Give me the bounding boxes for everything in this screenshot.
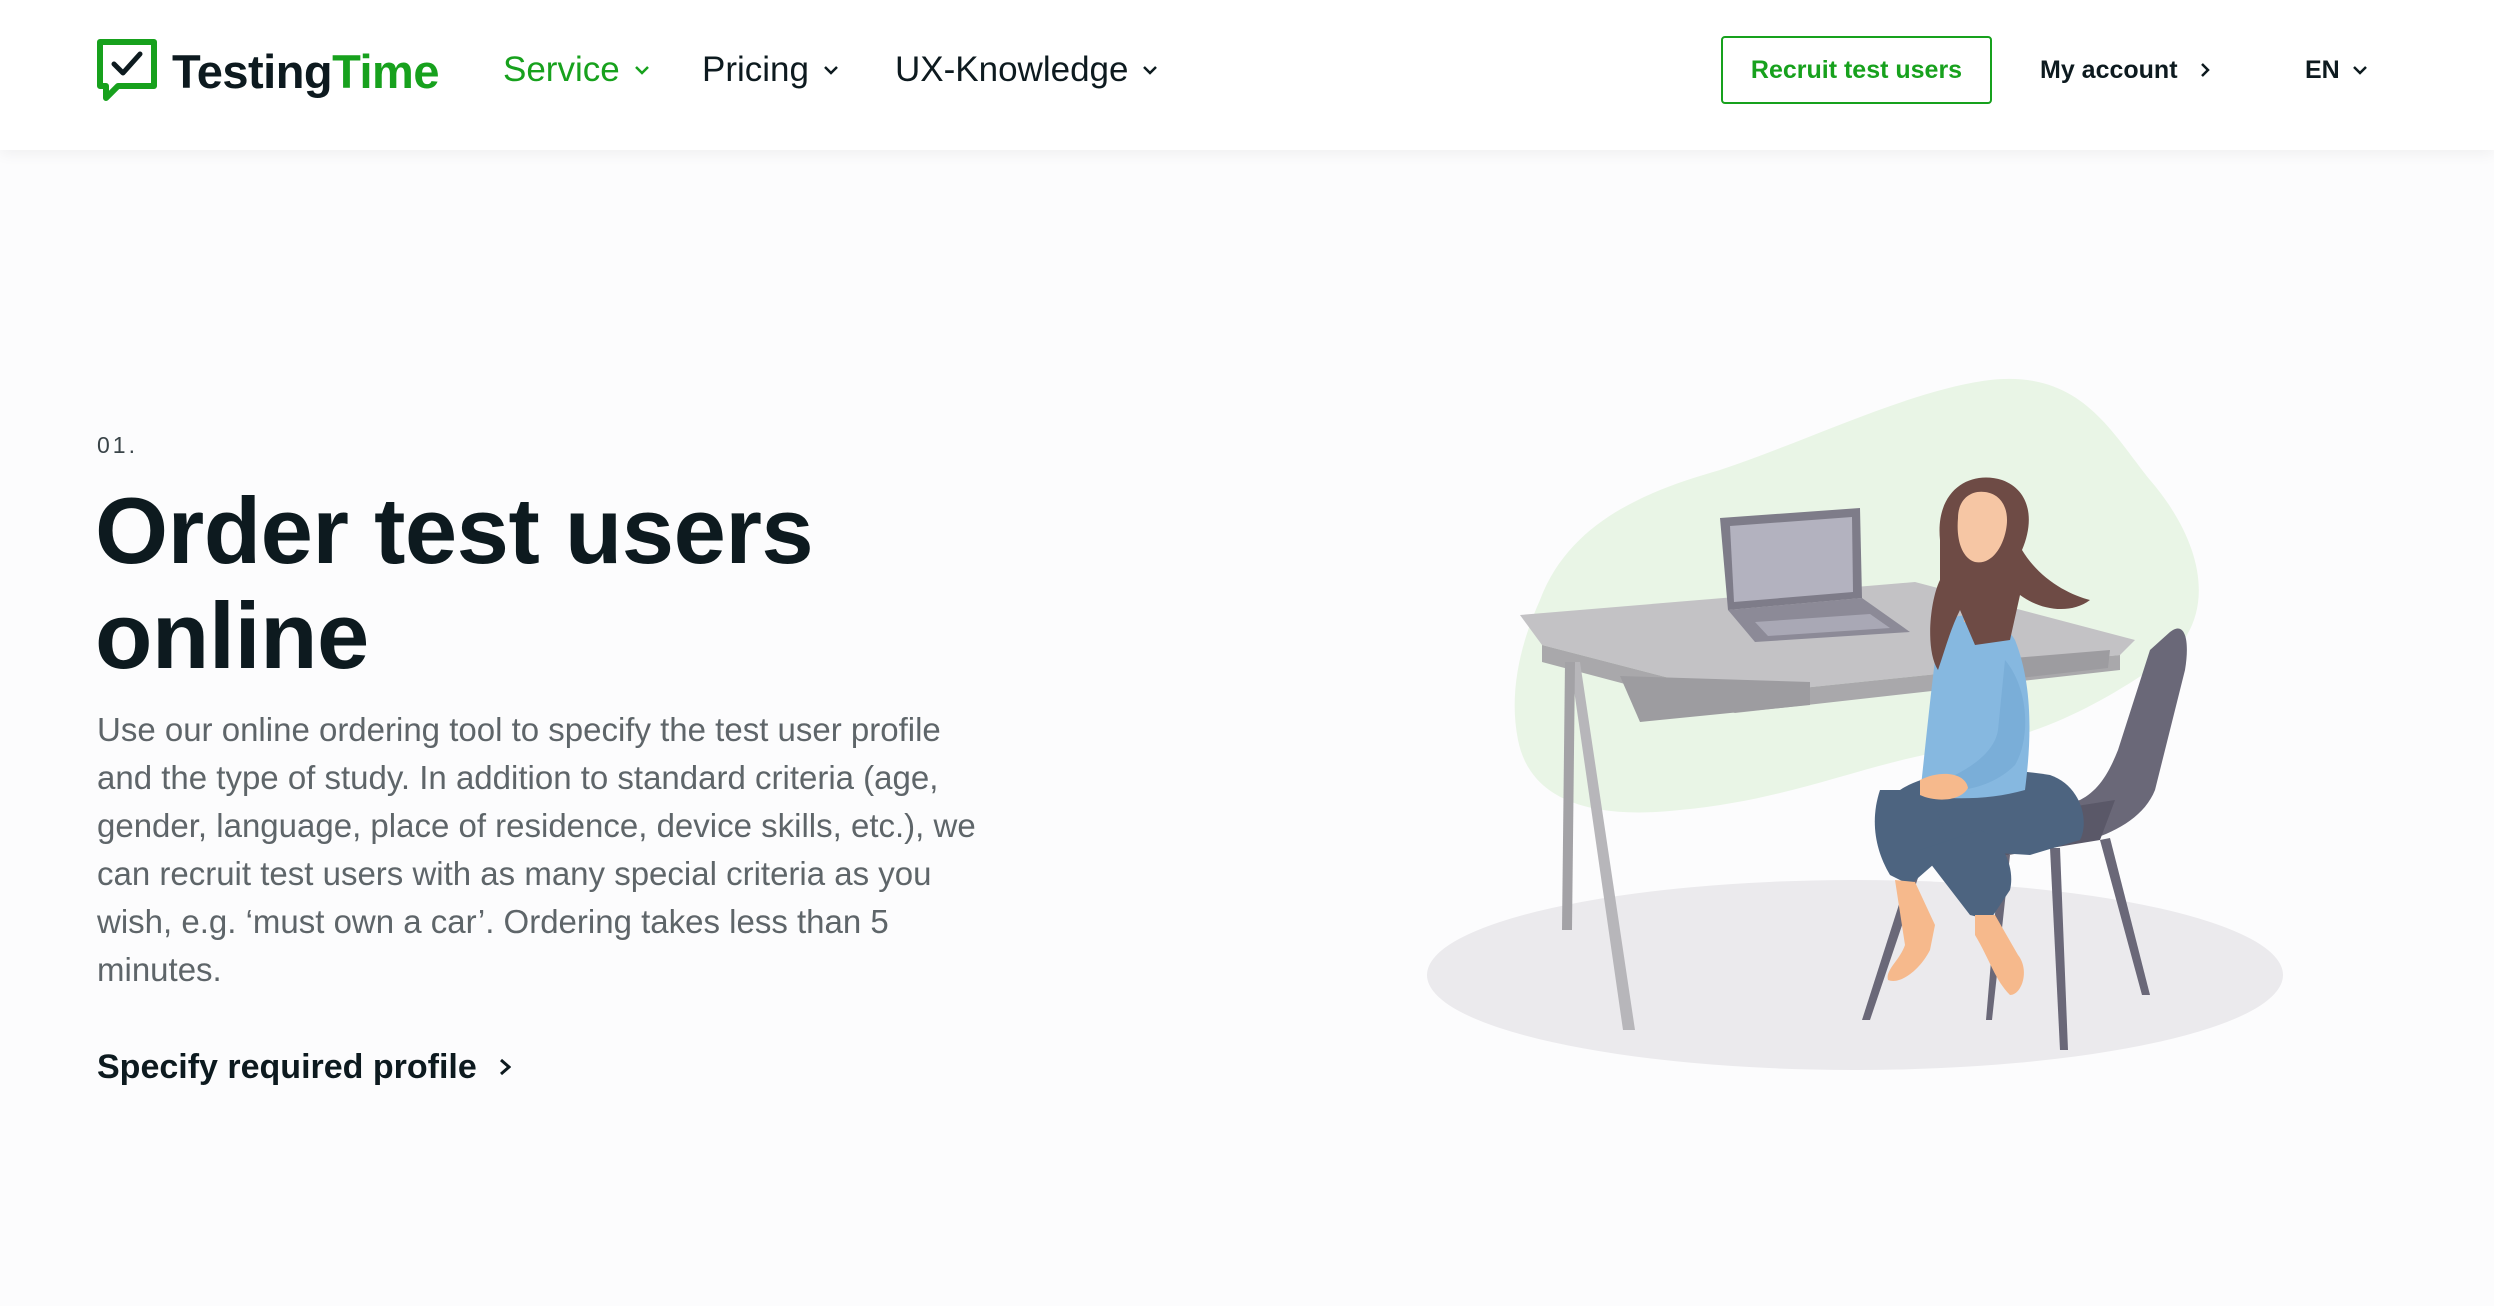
chevron-right-icon	[499, 1058, 511, 1076]
title-line-1: Order test users	[95, 478, 814, 583]
nav-service[interactable]: Service	[503, 48, 650, 92]
nav-pricing-label: Pricing	[702, 50, 809, 89]
chevron-down-icon	[1143, 66, 1158, 75]
chevron-down-icon	[2352, 66, 2367, 75]
nav-service-label: Service	[503, 50, 620, 89]
hero-description: Use our online ordering tool to specify …	[97, 711, 976, 988]
recruit-test-users-button[interactable]: Recruit test users	[1721, 36, 1992, 104]
cta-label: Specify required profile	[97, 1047, 477, 1086]
chevron-down-icon	[824, 66, 838, 75]
title-line-2: online	[95, 583, 369, 688]
language-selector[interactable]: EN	[2305, 52, 2368, 88]
chevron-down-icon	[634, 66, 649, 75]
logo-text: TestingTime	[172, 44, 439, 98]
my-account-label: My account	[2040, 55, 2178, 84]
logo[interactable]: TestingTime	[96, 36, 439, 106]
woman-at-desk-illustration	[1427, 378, 2283, 1070]
nav-ux-knowledge[interactable]: UX-Knowledge	[895, 48, 1158, 92]
nav-ux-knowledge-label: UX-Knowledge	[895, 50, 1129, 89]
my-account-link[interactable]: My account	[2040, 52, 2210, 88]
language-label: EN	[2305, 55, 2340, 84]
site-header: TestingTime Service Pricing UX-Knowledge…	[0, 0, 2494, 150]
nav-pricing[interactable]: Pricing	[702, 48, 839, 92]
specify-profile-link[interactable]: Specify required profile	[97, 1045, 511, 1089]
chevron-right-icon	[2200, 63, 2210, 77]
step-number: 01.	[97, 432, 138, 458]
page-title: Order test users online	[95, 478, 995, 688]
chat-check-icon	[97, 39, 157, 101]
